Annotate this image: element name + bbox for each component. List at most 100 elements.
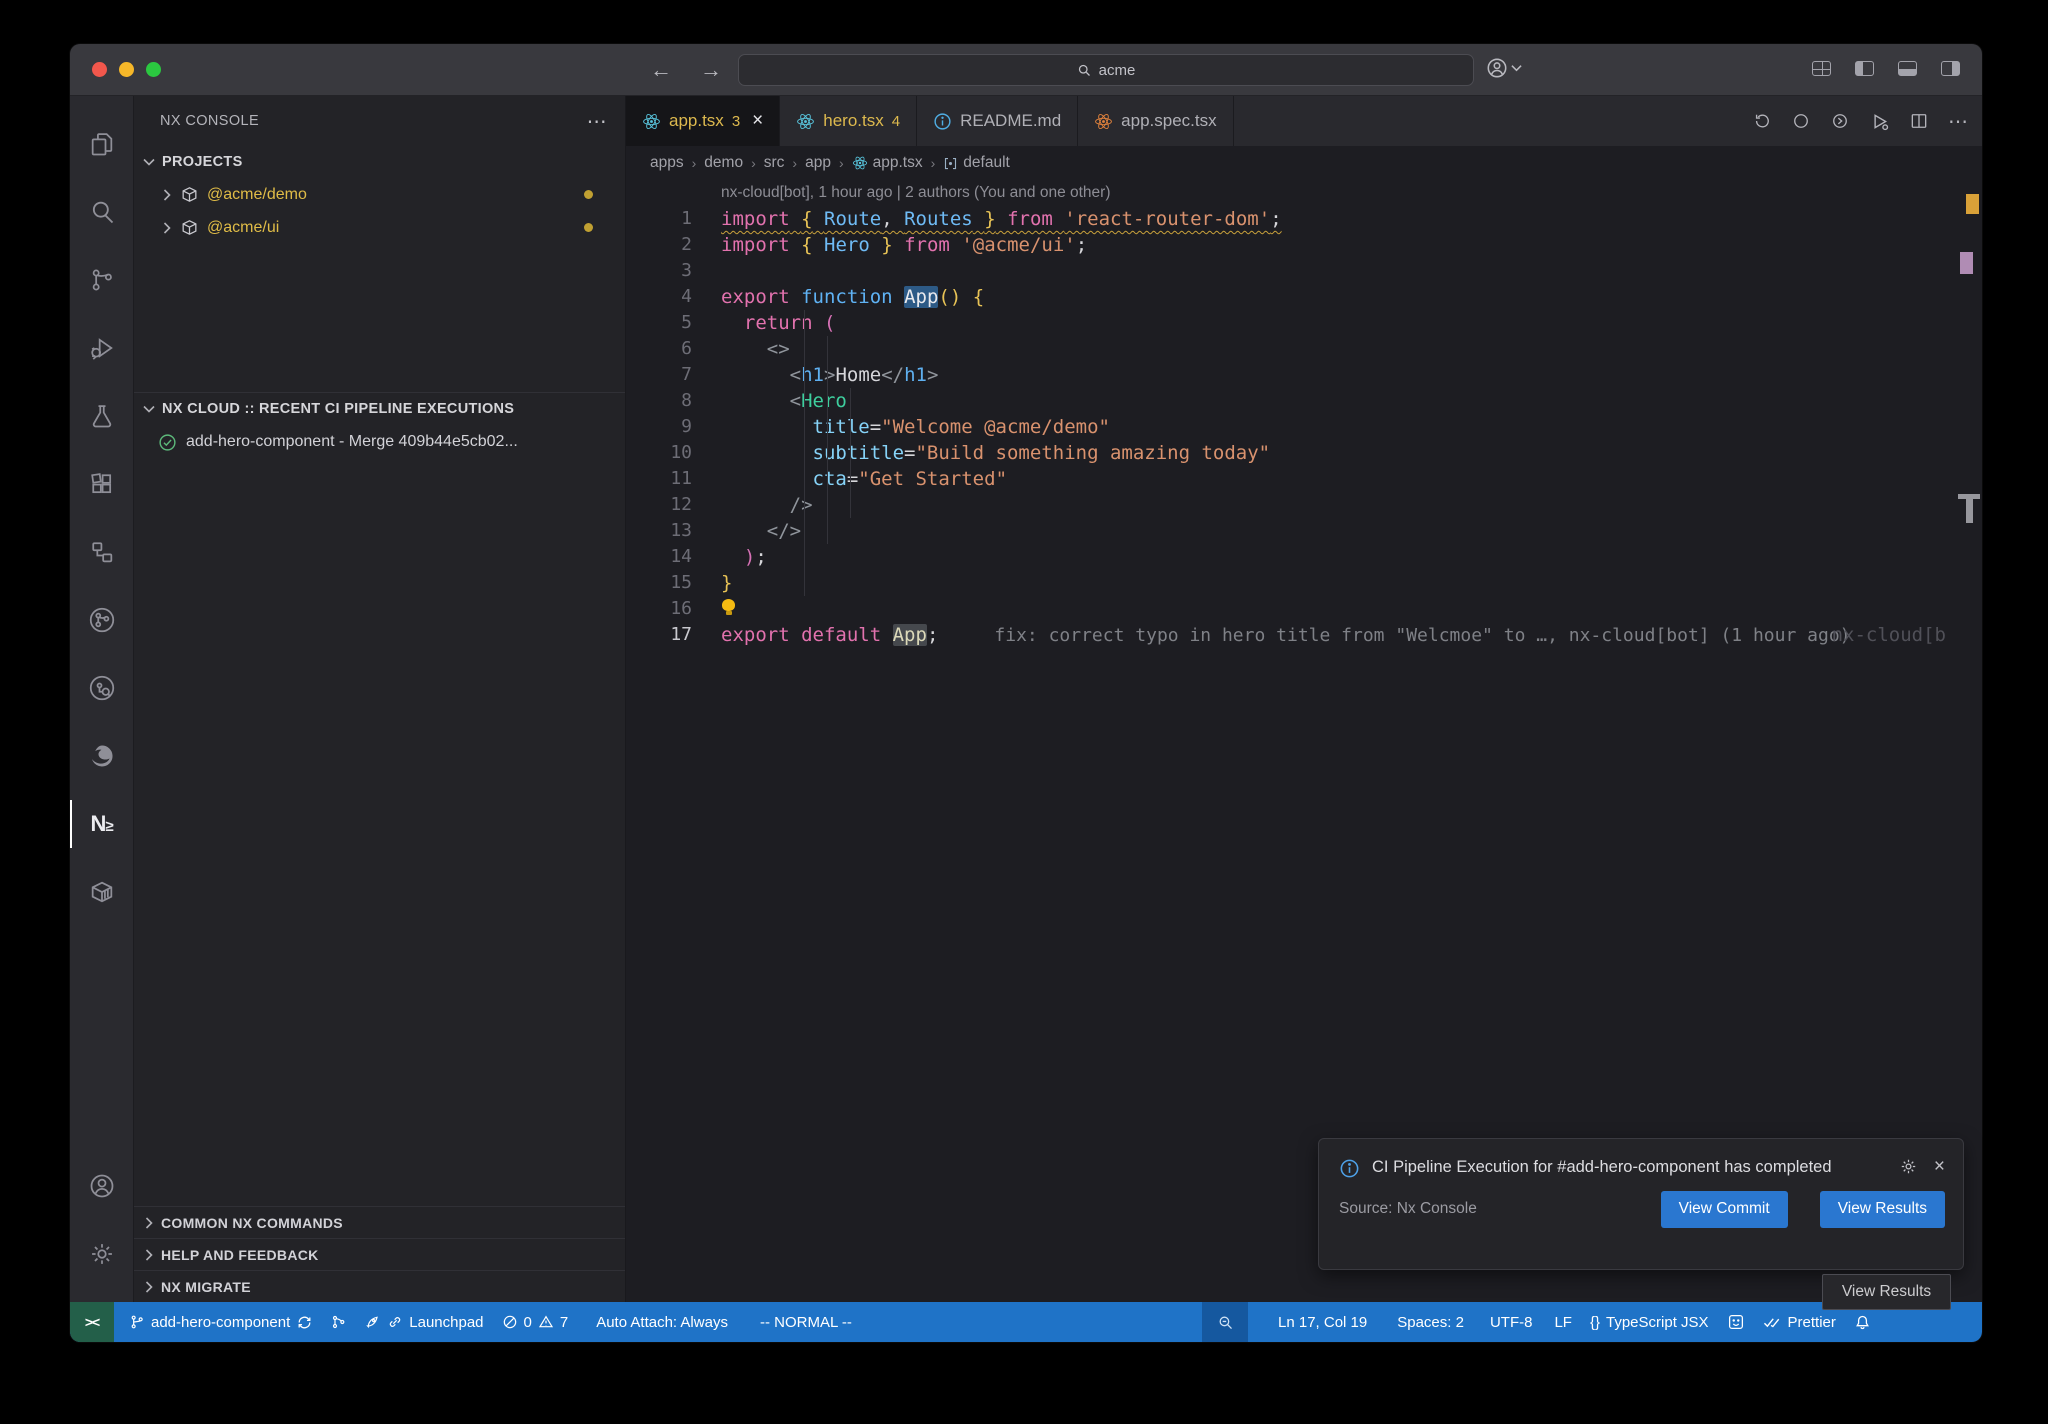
line-number[interactable]: 7 <box>626 362 692 388</box>
line-number[interactable]: 9 <box>626 414 692 440</box>
git-branch-item[interactable]: add-hero-component <box>120 1302 322 1342</box>
gitlens-commit-graph-icon[interactable] <box>70 586 134 654</box>
search-view-icon[interactable] <box>70 178 134 246</box>
profile-button[interactable] <box>1486 57 1522 79</box>
nav-forward-icon[interactable]: → <box>700 57 722 83</box>
code-line[interactable]: 12 /> <box>626 492 1982 518</box>
code-line[interactable]: 13 </> <box>626 518 1982 544</box>
code-line[interactable]: 16 <box>626 596 1982 622</box>
codelens-blame[interactable]: nx-cloud[bot], 1 hour ago | 2 authors (Y… <box>626 180 1982 206</box>
projects-section-header[interactable]: PROJECTS <box>134 146 625 178</box>
line-number[interactable]: 13 <box>626 518 692 544</box>
line-number[interactable]: 11 <box>626 466 692 492</box>
project-graph-icon[interactable] <box>70 518 134 586</box>
encoding-item[interactable]: UTF-8 <box>1481 1302 1542 1342</box>
remote-indicator[interactable]: >< <box>70 1302 114 1342</box>
command-center[interactable]: acme <box>738 54 1474 86</box>
line-number[interactable]: 3 <box>626 258 692 284</box>
problems-item[interactable]: 0 7 <box>493 1302 578 1342</box>
breadcrumb-item[interactable]: src <box>764 154 785 172</box>
container-tools-icon[interactable] <box>70 858 134 926</box>
nx-console-icon[interactable]: N≥ <box>70 790 134 858</box>
line-number[interactable]: 17 <box>626 622 692 648</box>
toggle-primary-sidebar-icon[interactable] <box>1855 61 1874 76</box>
close-tab-icon[interactable]: × <box>752 110 763 132</box>
commit-graph-item[interactable] <box>322 1302 356 1342</box>
testing-icon[interactable] <box>70 382 134 450</box>
auto-attach-item[interactable]: Auto Attach: Always <box>587 1302 737 1342</box>
breadcrumb-symbol-item[interactable]: default <box>943 154 1010 172</box>
code-line[interactable]: 1import { Route, Routes } from 'react-ro… <box>626 206 1982 232</box>
accounts-icon[interactable] <box>70 1152 134 1220</box>
tab-app-tsx[interactable]: app.tsx 3 × <box>626 96 780 146</box>
overview-ruler[interactable] <box>1952 180 1982 1302</box>
language-mode-item[interactable]: {} TypeScript JSX <box>1581 1302 1718 1342</box>
split-editor-icon[interactable] <box>1909 111 1929 131</box>
lightbulb-icon[interactable] <box>722 599 735 615</box>
line-number[interactable]: 4 <box>626 284 692 310</box>
nx-cloud-section-header[interactable]: NX CLOUD :: RECENT CI PIPELINE EXECUTION… <box>134 393 625 425</box>
pipeline-execution-item[interactable]: add-hero-component - Merge 409b44e5cb02.… <box>134 425 625 459</box>
zoom-indicator[interactable] <box>1202 1302 1248 1342</box>
code-line[interactable]: 4export function App() { <box>626 284 1982 310</box>
feedback-smiley-item[interactable] <box>1718 1302 1754 1342</box>
code-line[interactable]: 17export default App;fix: correct typo i… <box>626 622 1982 648</box>
code-line[interactable]: 9 title="Welcome @acme/demo" <box>626 414 1982 440</box>
line-number[interactable]: 15 <box>626 570 692 596</box>
tab-readme-md[interactable]: README.md <box>917 96 1078 146</box>
line-number[interactable]: 10 <box>626 440 692 466</box>
code-editor[interactable]: nx-cloud[bot], 1 hour ago | 2 authors (Y… <box>626 180 1982 1302</box>
sidebar-item-acme-demo[interactable]: @acme/demo <box>134 178 625 211</box>
nav-back-icon[interactable]: ← <box>650 57 672 83</box>
code-line[interactable]: 10 subtitle="Build something amazing tod… <box>626 440 1982 466</box>
launchpad-item[interactable]: Launchpad <box>356 1302 492 1342</box>
goto-next-icon[interactable] <box>1830 111 1850 131</box>
toggle-secondary-sidebar-icon[interactable] <box>1941 61 1960 76</box>
vim-mode-item[interactable]: -- NORMAL -- <box>751 1302 861 1342</box>
view-results-button[interactable]: View Results <box>1820 1191 1945 1228</box>
line-number[interactable]: 12 <box>626 492 692 518</box>
run-debug-icon[interactable] <box>70 314 134 382</box>
line-number[interactable]: 5 <box>626 310 692 336</box>
line-number[interactable]: 14 <box>626 544 692 570</box>
sidebar-more-actions-icon[interactable]: ⋯ <box>587 109 607 134</box>
notification-close-icon[interactable]: × <box>1934 1157 1945 1176</box>
breadcrumb-item[interactable]: demo <box>704 154 743 172</box>
code-line[interactable]: 2import { Hero } from '@acme/ui'; <box>626 232 1982 258</box>
tab-hero-tsx[interactable]: hero.tsx 4 <box>780 96 917 146</box>
tab-app-spec-tsx[interactable]: app.spec.tsx <box>1078 96 1233 146</box>
cursor-position-item[interactable]: Ln 17, Col 19 <box>1258 1302 1376 1342</box>
breadcrumb-file-item[interactable]: app.tsx <box>852 154 923 172</box>
code-line[interactable]: 11 cta="Get Started" <box>626 466 1982 492</box>
line-number[interactable]: 1 <box>626 206 692 232</box>
settings-gear-icon[interactable] <box>70 1220 134 1288</box>
zoom-window-button[interactable] <box>146 62 161 77</box>
notification-settings-gear-icon[interactable] <box>1899 1157 1918 1176</box>
sidebar-item-acme-ui[interactable]: @acme/ui <box>134 211 625 244</box>
source-control-icon[interactable] <box>70 246 134 314</box>
breadcrumb-item[interactable]: apps <box>650 154 684 172</box>
eol-item[interactable]: LF <box>1545 1302 1581 1342</box>
breadcrumb-item[interactable]: app <box>805 154 831 172</box>
code-line[interactable]: 6 <> <box>626 336 1982 362</box>
code-line[interactable]: 7 <h1>Home</h1> <box>626 362 1982 388</box>
close-window-button[interactable] <box>92 62 107 77</box>
more-actions-icon[interactable]: ⋯ <box>1948 109 1968 134</box>
explorer-icon[interactable] <box>70 110 134 178</box>
extensions-icon[interactable] <box>70 450 134 518</box>
minimize-window-button[interactable] <box>119 62 134 77</box>
edge-browser-icon[interactable] <box>70 722 134 790</box>
record-icon[interactable] <box>1791 111 1811 131</box>
common-nx-commands-section[interactable]: COMMON NX COMMANDS <box>134 1206 625 1238</box>
line-number[interactable]: 8 <box>626 388 692 414</box>
code-line[interactable]: 15} <box>626 570 1982 596</box>
run-icon[interactable] <box>1869 111 1890 132</box>
nx-migrate-section[interactable]: NX MIGRATE <box>134 1270 625 1302</box>
code-line[interactable]: 8 <Hero <box>626 388 1982 414</box>
customize-layout-icon[interactable] <box>1812 61 1831 76</box>
toggle-panel-icon[interactable] <box>1898 61 1917 76</box>
help-and-feedback-section[interactable]: HELP AND FEEDBACK <box>134 1238 625 1270</box>
history-icon[interactable] <box>1752 111 1772 131</box>
code-line[interactable]: 14 ); <box>626 544 1982 570</box>
view-commit-button[interactable]: View Commit <box>1661 1191 1788 1228</box>
